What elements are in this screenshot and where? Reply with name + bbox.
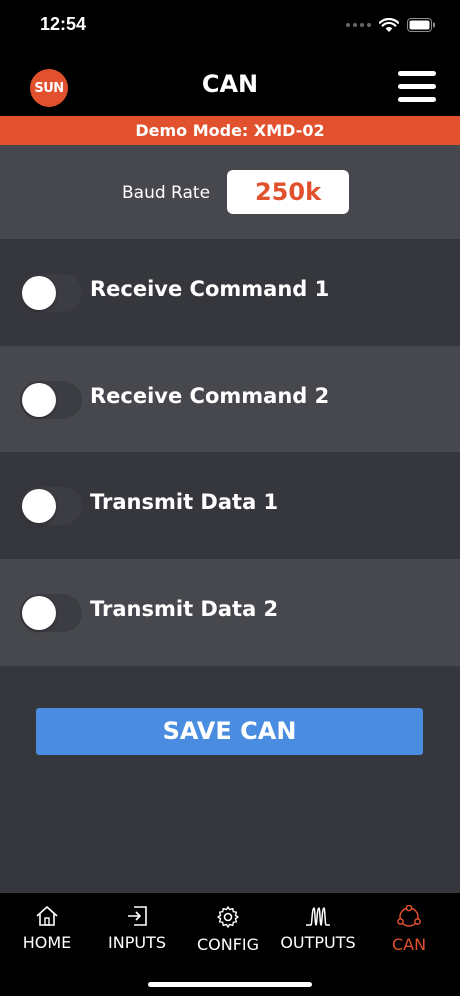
baud-rate-row: Baud Rate 250k	[0, 145, 460, 239]
hamburger-menu-icon[interactable]	[398, 71, 436, 105]
transmit-data-2-switch[interactable]	[20, 594, 82, 632]
tab-label: CONFIG	[196, 935, 260, 954]
gear-icon	[217, 906, 239, 928]
tab-label: INPUTS	[108, 933, 166, 952]
toggle-row-receive-command-2: Receive Command 2	[0, 346, 460, 453]
tab-config[interactable]: CONFIG	[183, 905, 273, 954]
demo-mode-banner: Demo Mode: XMD-02	[0, 116, 460, 145]
status-icons	[346, 14, 436, 36]
receive-command-1-switch[interactable]	[20, 274, 82, 312]
bottom-tab-bar: HOME INPUTS CONFIG OUTPUTS CAN	[0, 893, 460, 996]
toggle-label: Transmit Data 1	[90, 490, 279, 514]
switch-knob	[22, 489, 56, 523]
outputs-icon	[306, 907, 330, 926]
status-bar: 12:54	[0, 0, 460, 52]
receive-command-2-switch[interactable]	[20, 381, 82, 419]
tab-home[interactable]: HOME	[2, 905, 92, 952]
switch-knob	[22, 276, 56, 310]
toggle-row-receive-command-1: Receive Command 1	[0, 239, 460, 346]
wifi-icon	[379, 17, 399, 32]
tab-inputs[interactable]: INPUTS	[92, 905, 182, 952]
app-header: SUN CAN	[0, 52, 460, 116]
toggle-label: Receive Command 2	[90, 384, 330, 408]
toggle-row-transmit-data-2: Transmit Data 2	[0, 559, 460, 666]
toggle-label: Receive Command 1	[90, 277, 330, 301]
toggle-label: Transmit Data 2	[90, 597, 279, 621]
switch-knob	[22, 596, 56, 630]
cellular-signal-icon	[346, 23, 371, 27]
can-settings-panel: Baud Rate 250k Receive Command 1 Receive…	[0, 145, 460, 893]
home-icon	[36, 906, 58, 926]
inputs-icon	[128, 906, 147, 926]
battery-icon	[407, 18, 435, 32]
home-indicator	[148, 982, 312, 987]
tab-can[interactable]: CAN	[364, 905, 454, 954]
switch-knob	[22, 383, 56, 417]
tab-label: CAN	[391, 935, 427, 954]
tab-label: HOME	[22, 933, 72, 952]
toggle-row-transmit-data-1: Transmit Data 1	[0, 452, 460, 559]
baud-rate-field[interactable]: 250k	[227, 170, 349, 214]
transmit-data-1-switch[interactable]	[20, 487, 82, 525]
page-title: CAN	[201, 70, 259, 98]
save-can-button[interactable]: SAVE CAN	[36, 708, 423, 755]
baud-rate-label: Baud Rate	[122, 183, 211, 203]
can-network-icon	[397, 905, 421, 927]
status-time: 12:54	[40, 14, 87, 34]
tab-outputs[interactable]: OUTPUTS	[273, 905, 363, 952]
tab-label: OUTPUTS	[280, 933, 356, 952]
